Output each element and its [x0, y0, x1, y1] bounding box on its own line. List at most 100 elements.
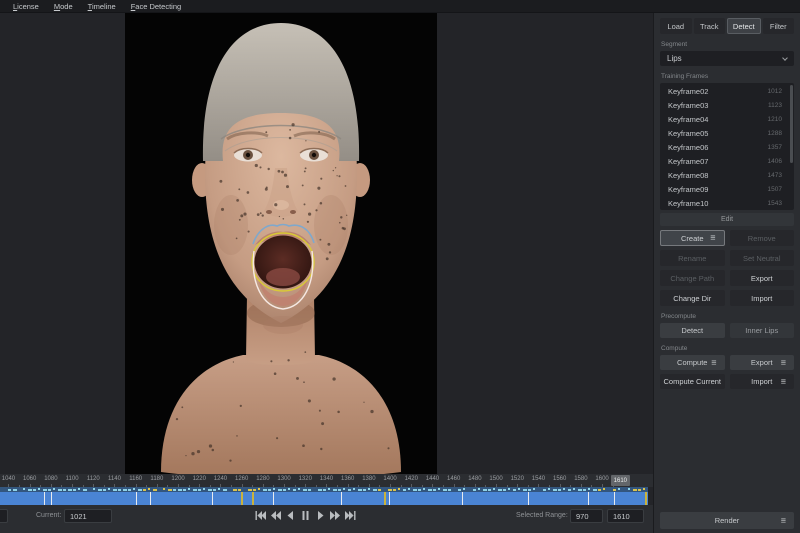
timeline-dash — [153, 489, 157, 491]
timeline-dash — [513, 489, 516, 491]
timeline-dash — [13, 489, 17, 491]
compute-current-button[interactable]: Compute Current — [660, 374, 725, 389]
detect-button[interactable]: Detect — [660, 323, 725, 338]
keyframe-row[interactable]: Keyframe061357 — [660, 140, 794, 154]
create-button[interactable]: Create≡ — [660, 230, 725, 246]
skip-to-end-button[interactable] — [343, 509, 357, 522]
import-button[interactable]: Import≡ — [730, 374, 795, 389]
timeline-dash — [633, 489, 637, 491]
timeline-keyframe-marker[interactable] — [252, 492, 254, 505]
tab-load[interactable]: Load — [660, 18, 692, 34]
pause-button[interactable] — [298, 509, 312, 522]
play-backward-button[interactable] — [283, 509, 297, 522]
keyframe-row[interactable]: Keyframe101543 — [660, 197, 794, 210]
export-button[interactable]: Export — [730, 270, 795, 286]
import-button-label: Import — [751, 294, 772, 303]
timeline-marker-white[interactable] — [136, 492, 137, 505]
keyframe-name: Keyframe02 — [668, 87, 708, 96]
set-neutral-button-label: Set Neutral — [743, 254, 781, 263]
timeline-keyframe-marker[interactable] — [384, 492, 386, 505]
timeline-dash — [443, 489, 447, 491]
timeline-dash — [378, 489, 381, 491]
range-end-input[interactable] — [607, 509, 644, 523]
timeline-marker-white[interactable] — [614, 492, 615, 505]
timeline-dash — [148, 488, 150, 490]
keyframe-frame-number: 1012 — [768, 88, 782, 95]
change-path-button-label: Change Path — [670, 274, 714, 283]
timeline-dash — [138, 489, 142, 491]
inner-lips-button[interactable]: Inner Lips — [730, 323, 795, 338]
timeline-dash — [143, 489, 146, 491]
timeline-dash — [163, 488, 165, 490]
timeline-bar[interactable] — [0, 487, 648, 505]
export-button[interactable]: Export≡ — [730, 355, 795, 370]
tab-filter[interactable]: Filter — [763, 18, 795, 34]
fast-forward-button[interactable] — [328, 509, 342, 522]
change-dir-button-label: Change Dir — [673, 294, 711, 303]
timeline-marker-white[interactable] — [389, 492, 390, 505]
timeline-marker-white[interactable] — [44, 492, 45, 505]
timeline-keyframe-marker[interactable] — [241, 492, 243, 505]
tab-detect[interactable]: Detect — [727, 18, 761, 34]
timeline-dash — [598, 489, 601, 491]
skip-to-start-button[interactable] — [253, 509, 267, 522]
training-frames-list[interactable]: Keyframe02 1012 Keyframe031123Keyframe0412… — [660, 83, 794, 210]
timeline-marker-white[interactable] — [528, 492, 529, 505]
timeline-marker-white[interactable] — [462, 492, 463, 505]
keyframe-name: Keyframe05 — [668, 129, 708, 138]
ruler-label: 1520 — [511, 476, 524, 482]
timeline-dash — [413, 489, 417, 491]
timeline-dash — [488, 489, 491, 491]
edit-button[interactable]: Edit — [660, 213, 794, 226]
keyframe-frame-number: 1210 — [768, 116, 782, 123]
render-button[interactable]: Render ≡ — [660, 512, 794, 529]
timeline-marker-white[interactable] — [341, 492, 342, 505]
change-dir-button[interactable]: Change Dir — [660, 290, 725, 306]
remove-button[interactable]: Remove — [730, 230, 795, 246]
timeline-dash — [223, 489, 227, 491]
timeline-dash — [198, 489, 201, 491]
frame-ruler[interactable]: 1040106010801100112011401160118012001220… — [0, 474, 653, 487]
ruler-label: 1080 — [44, 476, 57, 482]
timeline-dash — [43, 489, 47, 491]
timeline-marker-white[interactable] — [212, 492, 213, 505]
range-start-input[interactable] — [570, 509, 603, 523]
keyframe-row[interactable]: Keyframe071406 — [660, 154, 794, 168]
keyframe-row[interactable]: Keyframe081473 — [660, 169, 794, 183]
timeline-dash — [418, 489, 421, 491]
menu-item-face-detecting[interactable]: Face Detecting — [131, 2, 181, 11]
change-path-button[interactable]: Change Path — [660, 270, 725, 286]
timeline-dash — [188, 488, 190, 490]
timeline-marker-white[interactable] — [51, 492, 52, 505]
offscreen-frame-input[interactable] — [0, 509, 8, 523]
segment-select[interactable]: Lips — [660, 51, 794, 66]
compute-button[interactable]: Compute≡ — [660, 355, 725, 370]
play-button[interactable] — [313, 509, 327, 522]
current-frame-input[interactable] — [64, 509, 112, 523]
rename-button[interactable]: Rename — [660, 250, 725, 266]
set-neutral-button[interactable]: Set Neutral — [730, 250, 795, 266]
keyframe-row[interactable]: Keyframe051288 — [660, 126, 794, 140]
timeline-dash — [53, 488, 55, 490]
menu-item-timeline[interactable]: Timeline — [88, 2, 116, 11]
timeline-marker-white[interactable] — [150, 492, 151, 505]
timeline-marker-white[interactable] — [273, 492, 274, 505]
menu-item-mode[interactable]: Mode — [54, 2, 73, 11]
keyframe-row[interactable]: Keyframe02 1012 — [660, 84, 794, 98]
tab-track[interactable]: Track — [694, 18, 726, 34]
list-scrollbar[interactable] — [790, 85, 793, 163]
menu-item-license[interactable]: License — [13, 2, 39, 11]
keyframe-frame-number: 1507 — [768, 186, 782, 193]
keyframe-row[interactable]: Keyframe031123 — [660, 98, 794, 112]
face-canvas[interactable] — [125, 13, 437, 474]
timeline-dash — [528, 489, 531, 491]
rewind-button[interactable] — [268, 509, 282, 522]
keyframe-name: Keyframe09 — [668, 185, 708, 194]
timeline-dash — [358, 489, 362, 491]
keyframe-row[interactable]: Keyframe041210 — [660, 112, 794, 126]
timeline-marker-white[interactable] — [588, 492, 589, 505]
import-button[interactable]: Import — [730, 290, 795, 306]
keyframe-row[interactable]: Keyframe09 1507 — [660, 183, 794, 197]
timeline-dash-strip — [0, 487, 648, 492]
timeline-keyframe-marker[interactable] — [645, 492, 647, 505]
